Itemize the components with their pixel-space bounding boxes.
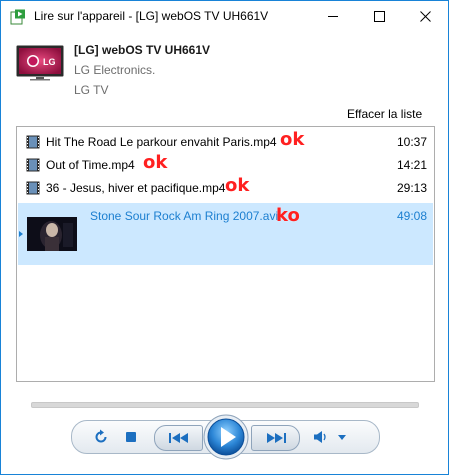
file-duration: 29:13 — [396, 181, 427, 195]
film-icon — [26, 135, 40, 149]
concert-image — [27, 217, 77, 251]
file-name: Hit The Road Le parkour envahit Paris.mp… — [46, 135, 277, 149]
playback-controls — [71, 414, 380, 460]
title-bar[interactable]: Lire sur l'appareil - [LG] webOS TV UH66… — [1, 1, 448, 32]
film-icon — [26, 181, 40, 195]
repeat-icon — [95, 429, 107, 443]
volume-icon — [314, 431, 326, 443]
playlist[interactable]: Hit The Road Le parkour envahit Paris.mp… — [16, 126, 435, 382]
maximize-icon — [373, 11, 385, 22]
now-playing-indicator-icon — [19, 231, 23, 237]
play-button[interactable] — [202, 413, 250, 461]
volume-button[interactable] — [312, 429, 330, 445]
window-title: Lire sur l'appareil - [LG] webOS TV UH66… — [34, 9, 269, 23]
file-duration: 10:37 — [396, 135, 427, 149]
close-icon — [419, 11, 431, 22]
tv-icon: LG — [16, 45, 64, 81]
file-duration: 49:08 — [396, 209, 427, 223]
file-name: Out of Time.mp4 — [46, 158, 135, 172]
status-badge: ok — [225, 175, 250, 196]
minimize-icon — [327, 16, 338, 17]
file-name: Stone Sour Rock Am Ring 2007.avi — [90, 209, 279, 223]
device-type: LG TV — [74, 83, 109, 97]
file-name: 36 - Jesus, hiver et pacifique.mp4 — [46, 181, 226, 195]
stop-button[interactable] — [123, 429, 139, 445]
next-button[interactable] — [251, 425, 300, 451]
film-icon — [26, 158, 40, 172]
device-manufacturer: LG Electronics. — [74, 63, 156, 77]
repeat-button[interactable] — [92, 428, 110, 446]
maximize-button[interactable] — [356, 1, 402, 32]
play-to-icon — [10, 9, 25, 25]
volume-dropdown-button[interactable] — [337, 431, 347, 443]
next-icon — [266, 433, 286, 443]
chevron-down-icon — [338, 434, 346, 440]
playlist-item[interactable]: Out of Time.mp4 ok 14:21 — [18, 152, 433, 176]
file-duration: 14:21 — [396, 158, 427, 172]
seek-bar[interactable] — [31, 402, 419, 408]
play-to-device-window: Lire sur l'appareil - [LG] webOS TV UH66… — [0, 0, 449, 475]
clear-list-link[interactable]: Effacer la liste — [347, 107, 422, 121]
close-button[interactable] — [402, 1, 448, 32]
playlist-item[interactable]: Hit The Road Le parkour envahit Paris.mp… — [18, 129, 433, 153]
device-name: [LG] webOS TV UH661V — [74, 43, 211, 57]
stop-icon — [126, 432, 136, 442]
play-icon — [203, 414, 249, 460]
minimize-button[interactable] — [310, 1, 356, 32]
video-thumbnail — [27, 217, 77, 251]
status-badge: ok — [143, 152, 168, 173]
status-badge: ko — [276, 205, 300, 226]
previous-button[interactable] — [154, 425, 203, 451]
lg-logo-text: LG — [43, 57, 56, 67]
previous-icon — [168, 433, 188, 443]
playlist-item-selected[interactable]: Stone Sour Rock Am Ring 2007.avi ko 49:0… — [18, 203, 433, 265]
status-badge: ok — [280, 129, 305, 150]
playlist-item[interactable]: 36 - Jesus, hiver et pacifique.mp4 ok 29… — [18, 175, 433, 199]
